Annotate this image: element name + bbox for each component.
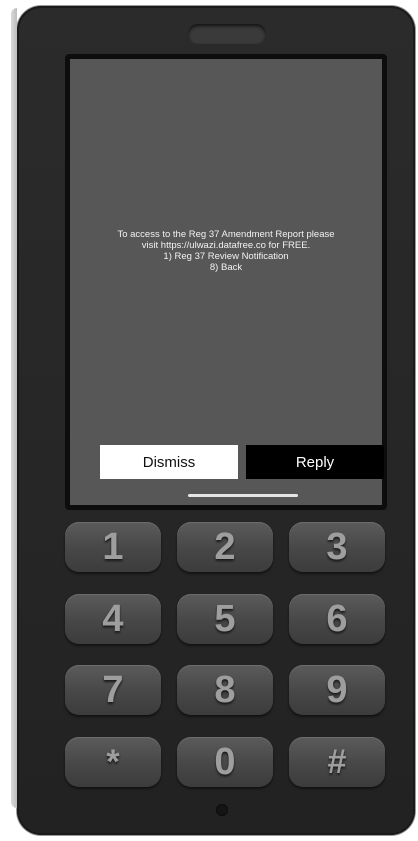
key-0[interactable]: 0 xyxy=(177,737,273,787)
key-9[interactable]: 9 xyxy=(289,665,385,715)
key-6-label: 6 xyxy=(326,597,348,640)
key-8[interactable]: 8 xyxy=(177,665,273,715)
key-4-label: 4 xyxy=(102,597,124,640)
key-hash[interactable]: # xyxy=(289,737,385,787)
key-1[interactable]: 1 xyxy=(65,522,161,572)
camera-dot xyxy=(216,804,228,816)
key-5-label: 5 xyxy=(214,597,236,640)
key-6[interactable]: 6 xyxy=(289,594,385,644)
key-7[interactable]: 7 xyxy=(65,665,161,715)
phone-body: To access to the Reg 37 Amendment Report… xyxy=(11,6,415,835)
keypad: 1 2 3 4 5 6 7 8 9 * 0 # xyxy=(17,6,415,835)
key-3-label: 3 xyxy=(326,525,348,568)
key-4[interactable]: 4 xyxy=(65,594,161,644)
key-2[interactable]: 2 xyxy=(177,522,273,572)
key-3[interactable]: 3 xyxy=(289,522,385,572)
key-0-label: 0 xyxy=(214,740,236,783)
key-star-label: * xyxy=(106,742,120,781)
key-5[interactable]: 5 xyxy=(177,594,273,644)
key-hash-label: # xyxy=(327,742,347,781)
key-1-label: 1 xyxy=(102,525,124,568)
key-star[interactable]: * xyxy=(65,737,161,787)
key-2-label: 2 xyxy=(214,525,236,568)
key-9-label: 9 xyxy=(326,668,348,711)
key-7-label: 7 xyxy=(102,668,124,711)
key-8-label: 8 xyxy=(214,668,236,711)
